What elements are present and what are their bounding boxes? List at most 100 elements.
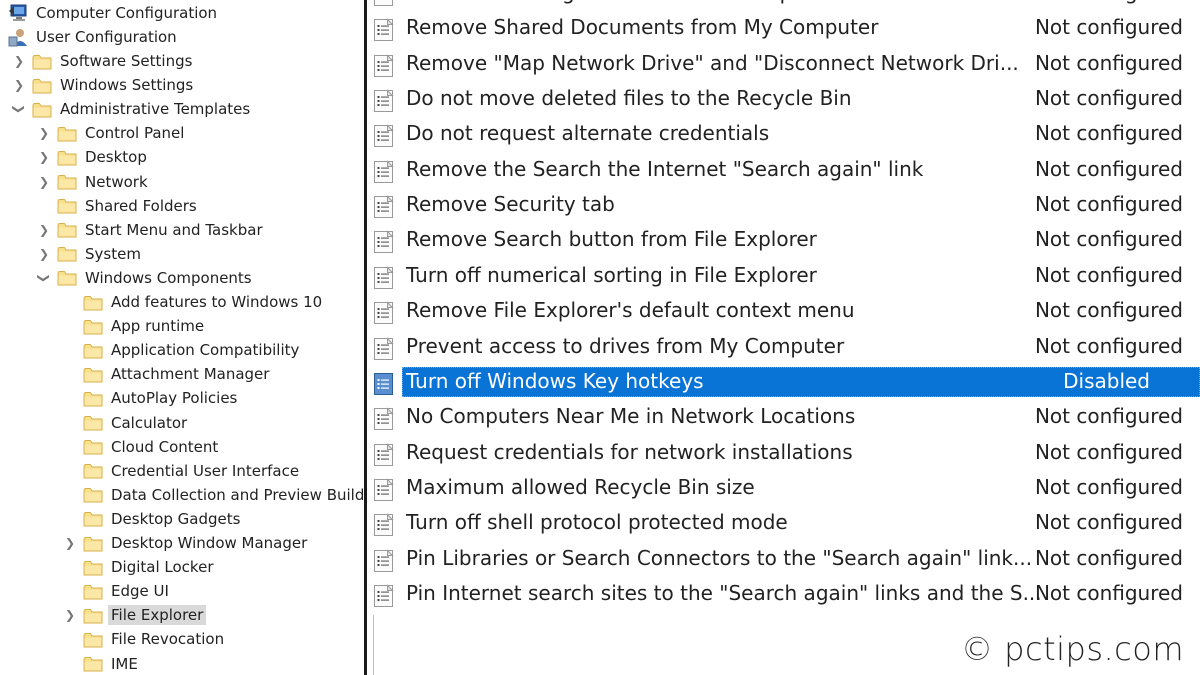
tree-item-app-runtime[interactable]: App runtime [63,315,204,337]
tree-item-label: Start Menu and Taskbar [85,220,263,239]
tree-item-desktop[interactable]: ❯ Desktop [37,146,147,168]
chevron-right-icon[interactable]: ❯ [63,604,77,626]
folder-icon [57,126,77,142]
policy-name: Pin Libraries or Search Connectors to th… [406,545,1033,570]
tree-item-desktop-window-manager[interactable]: ❯ Desktop Window Manager [63,532,307,554]
chevron-right-icon[interactable]: ❯ [37,122,51,144]
policy-name: Turn off Windows Key hotkeys [406,368,704,393]
tree-item-autoplay-policies[interactable]: AutoPlay Policies [63,387,237,409]
chevron-right-icon[interactable]: ❯ [12,74,26,96]
policy-row[interactable]: Do not request alternate credentials Not … [367,117,1200,151]
tree-item-windows-settings[interactable]: ❯ Windows Settings [12,74,193,96]
policy-name: No Computers Near Me in Network Location… [406,404,856,429]
policy-state: Not configured [1034,156,1183,181]
policy-row[interactable]: Turn off Windows Key hotkeys Disabled [367,365,1200,399]
tree-item-add-features-to-windows-10[interactable]: Add features to Windows 10 [63,291,322,313]
policy-setting-icon [373,336,395,360]
tree-root-user-configuration[interactable]: User Configuration [8,26,177,48]
policy-setting-icon [373,195,395,219]
policy-name: Remove the Search the Internet "Search a… [406,156,924,181]
policy-row[interactable]: Remove Security tab Not configured [367,188,1200,222]
chevron-down-icon[interactable]: ❯ [12,98,26,120]
tree-item-label: Administrative Templates [60,100,251,119]
tree-item-edge-ui[interactable]: Edge UI [63,580,169,602]
tree-item-administrative-templates[interactable]: ❯ Administrative Templates [12,98,250,120]
user-config-icon [8,27,30,47]
policy-row[interactable]: Hides the Manage item on the File Explor… [367,0,1200,10]
folder-icon [83,656,103,672]
policy-setting-icon [373,124,395,148]
policy-state: Not configured [1034,439,1183,464]
policy-name: Do not request alternate credentials [406,121,770,146]
policy-row[interactable]: Turn off numerical sorting in File Explo… [367,259,1200,293]
policy-row[interactable]: Remove Shared Documents from My Computer… [367,11,1200,45]
folder-icon [83,439,103,455]
tree-item-windows-components[interactable]: ❯ Windows Components [37,267,252,289]
tree-item-file-revocation[interactable]: File Revocation [63,628,224,650]
tree-item-file-explorer[interactable]: ❯ File Explorer [63,604,207,626]
folder-icon [83,632,103,648]
policy-state: Not configured [1034,580,1183,605]
policy-row[interactable]: Request credentials for network installa… [367,436,1200,470]
policy-state: Not configured [1034,262,1183,287]
chevron-down-icon[interactable]: ❯ [37,267,51,289]
tree-item-ime[interactable]: IME [63,653,138,675]
chevron-right-icon[interactable]: ❯ [37,219,51,241]
policy-name: Do not move deleted files to the Recycle… [406,86,852,111]
policy-state: Not configured [1034,545,1183,570]
tree-item-label: Software Settings [60,52,193,70]
policy-name: Request credentials for network installa… [406,439,853,464]
policy-setting-icon [373,372,395,395]
policy-state: Not configured [1034,15,1183,40]
policy-row[interactable]: Remove the Search the Internet "Search a… [367,153,1200,187]
policy-state: Disabled [1063,368,1150,393]
tree-item-attachment-manager[interactable]: Attachment Manager [63,363,269,385]
policy-row[interactable]: Do not move deleted files to the Recycle… [367,82,1200,116]
folder-icon [57,198,77,214]
tree-item-label: Shared Folders [85,196,197,215]
tree-item-application-compatibility[interactable]: Application Compatibility [63,339,299,361]
folder-icon [32,102,52,118]
chevron-right-icon[interactable]: ❯ [37,171,51,193]
tree-item-credential-user-interface[interactable]: Credential User Interface [63,460,299,482]
policy-row[interactable]: Remove "Map Network Drive" and "Disconne… [367,47,1200,81]
tree-item-label: AutoPlay Policies [111,389,238,408]
tree-item-control-panel[interactable]: ❯ Control Panel [37,122,185,144]
chevron-right-icon[interactable]: ❯ [37,146,51,168]
folder-icon [32,78,52,94]
policy-row[interactable]: No Computers Near Me in Network Location… [367,400,1200,434]
tree-item-software-settings[interactable]: ❯ Software Settings [12,50,192,72]
tree-item-digital-locker[interactable]: Digital Locker [63,556,213,578]
policy-state: Not configured [1034,121,1183,146]
policy-name: Remove File Explorer's default context m… [406,298,855,323]
policy-row[interactable]: Remove Search button from File Explorer N… [367,223,1200,257]
tree-root-computer-configuration[interactable]: Computer Configuration [8,2,217,24]
policy-state: Not configured [1034,404,1183,429]
folder-icon [83,319,103,335]
tree-item-desktop-gadgets[interactable]: Desktop Gadgets [63,508,240,530]
tree-item-shared-folders[interactable]: Shared Folders [37,195,197,217]
tree-item-calculator[interactable]: Calculator [63,412,187,434]
tree-item-label: User Configuration [36,28,177,46]
policy-row[interactable]: Pin Internet search sites to the "Search… [367,577,1200,611]
tree-item-system[interactable]: ❯ System [37,243,141,265]
chevron-right-icon[interactable]: ❯ [37,243,51,265]
tree-item-cloud-content[interactable]: Cloud Content [63,436,218,458]
policy-setting-icon [373,407,395,431]
tree-item-start-menu-and-taskbar[interactable]: ❯ Start Menu and Taskbar [37,219,263,241]
chevron-right-icon[interactable]: ❯ [12,50,26,72]
policy-row[interactable]: Prevent access to drives from My Compute… [367,330,1200,364]
policy-row[interactable]: Pin Libraries or Search Connectors to th… [367,542,1200,576]
policy-row[interactable]: Remove File Explorer's default context m… [367,294,1200,328]
tree-item-network[interactable]: ❯ Network [37,171,148,193]
tree-item-data-collection-and-preview-builds[interactable]: Data Collection and Preview Builds [63,484,364,506]
policy-row[interactable]: Turn off shell protocol protected mode No… [367,506,1200,540]
policy-row[interactable]: Maximum allowed Recycle Bin size Not conf… [367,471,1200,505]
tree-item-label: IME [111,654,138,673]
chevron-right-icon[interactable]: ❯ [63,532,77,554]
